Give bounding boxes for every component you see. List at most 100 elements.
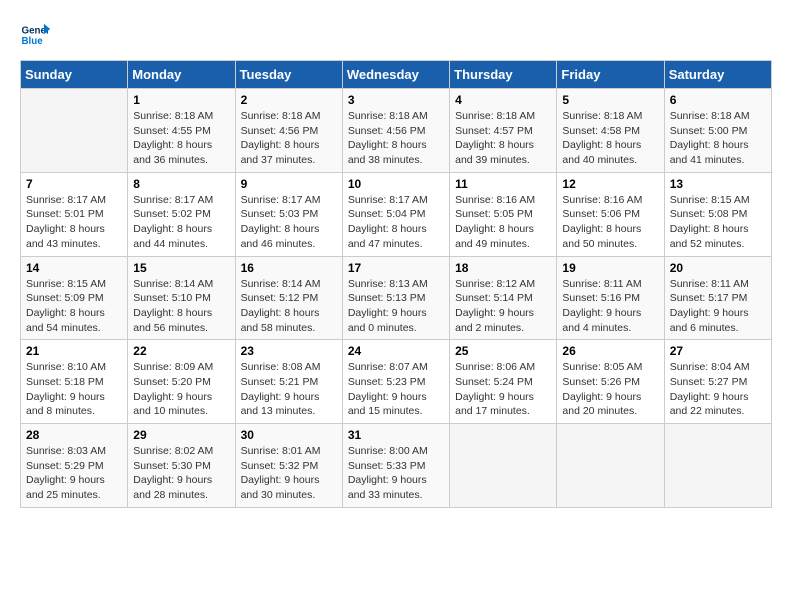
day-number: 7 <box>26 177 122 191</box>
logo-icon: General Blue <box>20 20 50 50</box>
calendar-cell: 23 Sunrise: 8:08 AM Sunset: 5:21 PM Dayli… <box>235 340 342 424</box>
day-number: 28 <box>26 428 122 442</box>
day-number: 31 <box>348 428 444 442</box>
day-number: 30 <box>241 428 337 442</box>
day-number: 11 <box>455 177 551 191</box>
calendar-cell: 25 Sunrise: 8:06 AM Sunset: 5:24 PM Dayli… <box>450 340 557 424</box>
day-number: 29 <box>133 428 229 442</box>
calendar-cell <box>450 424 557 508</box>
day-number: 9 <box>241 177 337 191</box>
calendar-cell: 28 Sunrise: 8:03 AM Sunset: 5:29 PM Dayli… <box>21 424 128 508</box>
day-info: Sunrise: 8:18 AM Sunset: 4:58 PM Dayligh… <box>562 109 658 168</box>
day-number: 6 <box>670 93 766 107</box>
week-row-1: 1Sunrise: 8:18 AM Sunset: 4:55 PM Daylig… <box>21 89 772 173</box>
day-info: Sunrise: 8:16 AM Sunset: 5:06 PM Dayligh… <box>562 193 658 252</box>
calendar-cell: 11 Sunrise: 8:16 AM Sunset: 5:05 PM Dayli… <box>450 172 557 256</box>
day-number: 10 <box>348 177 444 191</box>
day-number: 18 <box>455 261 551 275</box>
day-info: Sunrise: 8:18 AM Sunset: 4:56 PM Dayligh… <box>241 109 337 168</box>
calendar-cell <box>664 424 771 508</box>
day-info: Sunrise: 8:18 AM Sunset: 4:57 PM Dayligh… <box>455 109 551 168</box>
calendar-cell: 30 Sunrise: 8:01 AM Sunset: 5:32 PM Dayli… <box>235 424 342 508</box>
day-number: 14 <box>26 261 122 275</box>
calendar-table: SundayMondayTuesdayWednesdayThursdayFrid… <box>20 60 772 508</box>
day-number: 8 <box>133 177 229 191</box>
week-row-2: 7Sunrise: 8:17 AM Sunset: 5:01 PM Daylig… <box>21 172 772 256</box>
calendar-cell: 17 Sunrise: 8:13 AM Sunset: 5:13 PM Dayli… <box>342 256 449 340</box>
day-info: Sunrise: 8:10 AM Sunset: 5:18 PM Dayligh… <box>26 360 122 419</box>
week-row-4: 21 Sunrise: 8:10 AM Sunset: 5:18 PM Dayli… <box>21 340 772 424</box>
day-number: 26 <box>562 344 658 358</box>
calendar-cell: 31 Sunrise: 8:00 AM Sunset: 5:33 PM Dayli… <box>342 424 449 508</box>
day-info: Sunrise: 8:18 AM Sunset: 5:00 PM Dayligh… <box>670 109 766 168</box>
day-info: Sunrise: 8:06 AM Sunset: 5:24 PM Dayligh… <box>455 360 551 419</box>
calendar-cell: 7Sunrise: 8:17 AM Sunset: 5:01 PM Daylig… <box>21 172 128 256</box>
calendar-cell: 9 Sunrise: 8:17 AM Sunset: 5:03 PM Daylig… <box>235 172 342 256</box>
calendar-header-row: SundayMondayTuesdayWednesdayThursdayFrid… <box>21 61 772 89</box>
week-row-5: 28 Sunrise: 8:03 AM Sunset: 5:29 PM Dayli… <box>21 424 772 508</box>
day-number: 20 <box>670 261 766 275</box>
logo: General Blue <box>20 20 54 50</box>
day-info: Sunrise: 8:05 AM Sunset: 5:26 PM Dayligh… <box>562 360 658 419</box>
day-info: Sunrise: 8:17 AM Sunset: 5:03 PM Dayligh… <box>241 193 337 252</box>
calendar-cell: 16Sunrise: 8:14 AM Sunset: 5:12 PM Dayli… <box>235 256 342 340</box>
calendar-cell: 20 Sunrise: 8:11 AM Sunset: 5:17 PM Dayli… <box>664 256 771 340</box>
day-info: Sunrise: 8:18 AM Sunset: 4:55 PM Dayligh… <box>133 109 229 168</box>
day-number: 27 <box>670 344 766 358</box>
day-info: Sunrise: 8:01 AM Sunset: 5:32 PM Dayligh… <box>241 444 337 503</box>
day-number: 23 <box>241 344 337 358</box>
calendar-cell: 14 Sunrise: 8:15 AM Sunset: 5:09 PM Dayli… <box>21 256 128 340</box>
day-header-thursday: Thursday <box>450 61 557 89</box>
calendar-cell: 8 Sunrise: 8:17 AM Sunset: 5:02 PM Daylig… <box>128 172 235 256</box>
calendar-cell: 15Sunrise: 8:14 AM Sunset: 5:10 PM Dayli… <box>128 256 235 340</box>
day-info: Sunrise: 8:14 AM Sunset: 5:10 PM Dayligh… <box>133 277 229 336</box>
calendar-cell: 3 Sunrise: 8:18 AM Sunset: 4:56 PM Daylig… <box>342 89 449 173</box>
day-info: Sunrise: 8:13 AM Sunset: 5:13 PM Dayligh… <box>348 277 444 336</box>
day-info: Sunrise: 8:17 AM Sunset: 5:02 PM Dayligh… <box>133 193 229 252</box>
day-number: 25 <box>455 344 551 358</box>
day-number: 13 <box>670 177 766 191</box>
day-number: 21 <box>26 344 122 358</box>
day-number: 4 <box>455 93 551 107</box>
day-info: Sunrise: 8:11 AM Sunset: 5:16 PM Dayligh… <box>562 277 658 336</box>
day-number: 2 <box>241 93 337 107</box>
day-info: Sunrise: 8:11 AM Sunset: 5:17 PM Dayligh… <box>670 277 766 336</box>
calendar-cell: 18 Sunrise: 8:12 AM Sunset: 5:14 PM Dayli… <box>450 256 557 340</box>
calendar-cell: 6 Sunrise: 8:18 AM Sunset: 5:00 PM Daylig… <box>664 89 771 173</box>
calendar-cell: 26 Sunrise: 8:05 AM Sunset: 5:26 PM Dayli… <box>557 340 664 424</box>
calendar-cell <box>21 89 128 173</box>
calendar-cell: 21 Sunrise: 8:10 AM Sunset: 5:18 PM Dayli… <box>21 340 128 424</box>
calendar-cell <box>557 424 664 508</box>
day-header-tuesday: Tuesday <box>235 61 342 89</box>
day-info: Sunrise: 8:09 AM Sunset: 5:20 PM Dayligh… <box>133 360 229 419</box>
day-info: Sunrise: 8:03 AM Sunset: 5:29 PM Dayligh… <box>26 444 122 503</box>
day-info: Sunrise: 8:08 AM Sunset: 5:21 PM Dayligh… <box>241 360 337 419</box>
week-row-3: 14 Sunrise: 8:15 AM Sunset: 5:09 PM Dayli… <box>21 256 772 340</box>
day-info: Sunrise: 8:15 AM Sunset: 5:09 PM Dayligh… <box>26 277 122 336</box>
day-number: 22 <box>133 344 229 358</box>
calendar-cell: 29 Sunrise: 8:02 AM Sunset: 5:30 PM Dayli… <box>128 424 235 508</box>
day-number: 12 <box>562 177 658 191</box>
day-number: 17 <box>348 261 444 275</box>
calendar-cell: 2 Sunrise: 8:18 AM Sunset: 4:56 PM Daylig… <box>235 89 342 173</box>
calendar-cell: 1Sunrise: 8:18 AM Sunset: 4:55 PM Daylig… <box>128 89 235 173</box>
day-number: 19 <box>562 261 658 275</box>
header: General Blue <box>20 20 772 50</box>
day-info: Sunrise: 8:02 AM Sunset: 5:30 PM Dayligh… <box>133 444 229 503</box>
day-info: Sunrise: 8:07 AM Sunset: 5:23 PM Dayligh… <box>348 360 444 419</box>
day-info: Sunrise: 8:12 AM Sunset: 5:14 PM Dayligh… <box>455 277 551 336</box>
calendar-cell: 12 Sunrise: 8:16 AM Sunset: 5:06 PM Dayli… <box>557 172 664 256</box>
calendar-cell: 4 Sunrise: 8:18 AM Sunset: 4:57 PM Daylig… <box>450 89 557 173</box>
day-info: Sunrise: 8:18 AM Sunset: 4:56 PM Dayligh… <box>348 109 444 168</box>
day-info: Sunrise: 8:17 AM Sunset: 5:04 PM Dayligh… <box>348 193 444 252</box>
day-header-sunday: Sunday <box>21 61 128 89</box>
svg-text:Blue: Blue <box>22 36 44 47</box>
day-number: 3 <box>348 93 444 107</box>
day-header-friday: Friday <box>557 61 664 89</box>
day-header-wednesday: Wednesday <box>342 61 449 89</box>
day-info: Sunrise: 8:00 AM Sunset: 5:33 PM Dayligh… <box>348 444 444 503</box>
calendar-cell: 10 Sunrise: 8:17 AM Sunset: 5:04 PM Dayli… <box>342 172 449 256</box>
day-info: Sunrise: 8:14 AM Sunset: 5:12 PM Dayligh… <box>241 277 337 336</box>
day-info: Sunrise: 8:16 AM Sunset: 5:05 PM Dayligh… <box>455 193 551 252</box>
day-info: Sunrise: 8:15 AM Sunset: 5:08 PM Dayligh… <box>670 193 766 252</box>
